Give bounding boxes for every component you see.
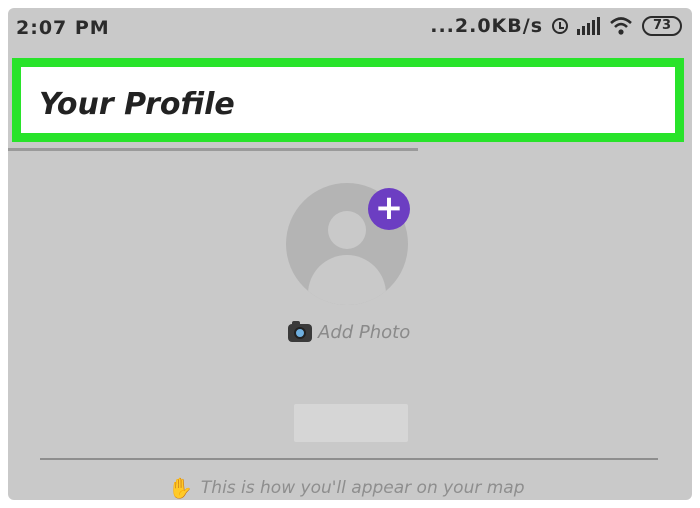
footer-hint: ✋ This is how you'll appear on your map	[168, 476, 525, 500]
add-photo-plus-button[interactable]: +	[368, 188, 410, 230]
plus-icon: +	[374, 188, 404, 228]
status-icons: ...2.0KB/s 73	[430, 15, 682, 37]
status-time: 2:07 PM	[16, 17, 110, 39]
waving-hand-icon: ✋	[168, 476, 193, 500]
profile-header: Your Profile	[12, 58, 684, 142]
avatar-head	[328, 211, 366, 249]
add-photo-link[interactable]: Add Photo	[288, 320, 411, 343]
page-title: Your Profile	[39, 87, 235, 122]
battery-icon: 73	[642, 16, 682, 36]
tab-underline	[8, 148, 418, 151]
add-photo-label: Add Photo	[318, 322, 411, 343]
alarm-icon	[552, 18, 568, 34]
display-name-field[interactable]	[294, 404, 408, 442]
footer-hint-text: This is how you'll appear on your map	[200, 478, 525, 498]
divider	[40, 458, 658, 460]
signal-icon	[577, 17, 600, 35]
camera-icon	[288, 320, 312, 342]
wifi-icon	[610, 17, 632, 35]
network-speed: ...2.0KB/s	[430, 15, 543, 37]
phone-screen: 2:07 PM ...2.0KB/s 73 Your Profile + Add…	[8, 8, 692, 500]
status-bar: 2:07 PM ...2.0KB/s 73	[8, 8, 692, 48]
avatar-body	[308, 255, 386, 305]
